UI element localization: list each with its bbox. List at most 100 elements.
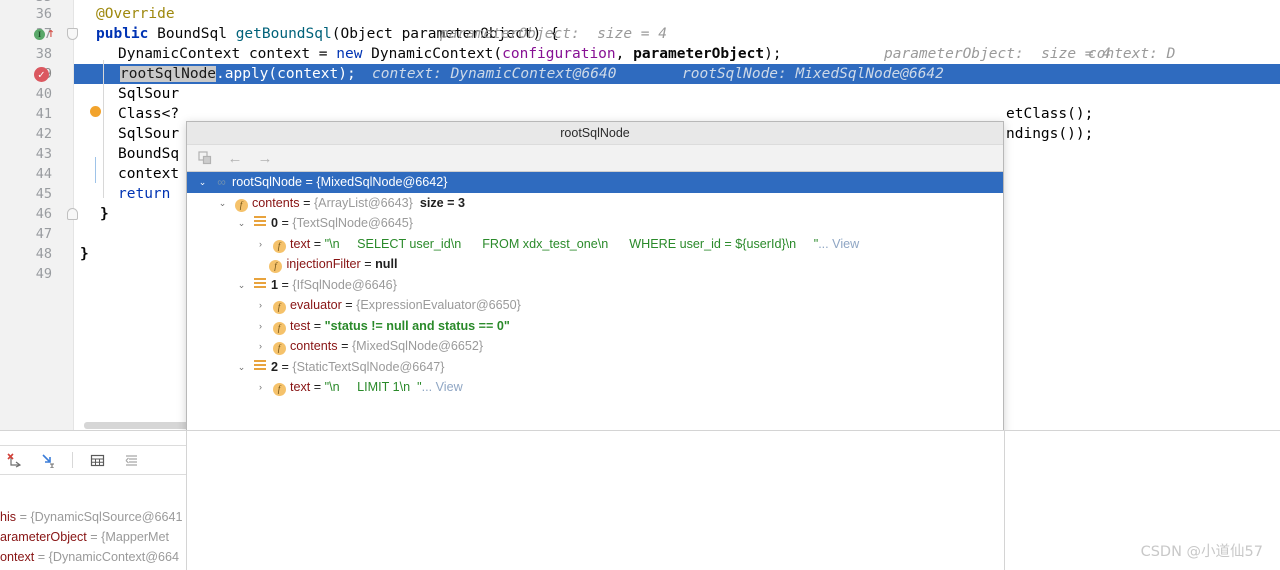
collapse-all-icon[interactable] — [121, 450, 141, 470]
breakpoint-verified-icon[interactable]: ✓ — [34, 67, 49, 82]
string-part-1: SELECT user_id\n — [357, 236, 462, 251]
list-icon — [254, 216, 266, 228]
code-line-39[interactable]: 39 ✓ rootSqlNode.apply(context); context… — [0, 64, 1280, 183]
line-number-48: 48 — [35, 246, 52, 262]
copy-value-icon[interactable] — [195, 148, 215, 168]
tree-node-name: text — [290, 236, 311, 251]
list-icon — [254, 359, 266, 371]
variable-name: ontext — [0, 550, 35, 564]
tree-node-name: 0 — [271, 216, 279, 230]
implementing-arrow-icon[interactable]: ↑ — [47, 27, 55, 40]
forward-arrow-icon[interactable]: → — [255, 148, 275, 168]
line-number-42: 42 — [35, 126, 52, 142]
variable-value: = {DynamicSqlSource@6641 — [16, 510, 183, 524]
tree-node-size: size = 3 — [419, 195, 466, 210]
field-icon: f — [272, 321, 286, 335]
field-icon: f — [272, 239, 286, 253]
chevron-right-icon[interactable]: › — [253, 316, 268, 337]
fold-collapse-icon[interactable] — [67, 208, 78, 220]
fold-region-icon[interactable] — [67, 28, 78, 40]
annotation-override: @Override — [96, 6, 175, 22]
inline-hint-39b: rootSqlNode: MixedSqlNode@6642 — [682, 66, 944, 82]
variable-value: = {MapperMet — [86, 530, 170, 544]
tree-row-index-0[interactable]: ⌄ 0 = {TextSqlNode@6645} — [187, 213, 1003, 234]
tree-node-value: {ArrayList@6643} — [313, 195, 413, 210]
chevron-right-icon[interactable]: › — [253, 295, 268, 316]
chevron-down-icon[interactable]: ⌄ — [195, 172, 210, 193]
debugger-toolbar[interactable] — [0, 445, 186, 475]
code-line-36[interactable]: 36 @Override — [0, 4, 1280, 24]
line-number-44: 44 — [35, 166, 52, 182]
code-line-40[interactable]: 40 SqlSour — [0, 84, 1280, 104]
tree-eq: = — [278, 359, 293, 374]
tree-row-rootsqlnode[interactable]: ⌄ ∞ rootSqlNode = {MixedSqlNode@6642} — [187, 172, 1003, 193]
view-as-table-icon[interactable] — [87, 450, 107, 470]
variable-row-parameterobject[interactable]: arameterObject = {MapperMet — [0, 527, 186, 547]
view-link[interactable]: ... View — [818, 237, 859, 251]
chevron-right-icon[interactable]: › — [253, 377, 268, 398]
chevron-right-icon[interactable]: › — [253, 336, 268, 357]
popup-title: rootSqlNode — [187, 122, 1003, 145]
tree-node-name: injectionFilter — [286, 257, 361, 271]
line-number-49: 49 — [35, 266, 52, 282]
tree-row-index-1[interactable]: ⌄ 1 = {IfSqlNode@6646} — [187, 275, 1003, 296]
popup-toolbar[interactable]: ← → — [187, 145, 1003, 172]
tree-node-name: test — [290, 318, 311, 333]
variable-name: his — [0, 510, 17, 524]
field-icon: f — [272, 301, 286, 315]
tree-node-name: 2 — [271, 359, 279, 374]
tree-eq: = — [310, 380, 325, 394]
chevron-down-icon[interactable]: ⌄ — [234, 275, 249, 296]
inline-hint-37: parameterObject: size = 4 — [440, 26, 667, 42]
back-arrow-icon[interactable]: ← — [225, 148, 245, 168]
tree-row-contents[interactable]: ⌄ f contents = {ArrayList@6643} size = 3 — [187, 193, 1003, 214]
tree-row-text-0[interactable]: › f text = "\n SELECT user_id\n FROM xdx… — [187, 234, 1003, 255]
string-part-0: "\n — [324, 380, 340, 394]
execution-pointer-pin — [90, 66, 160, 223]
tree-eq: = — [341, 298, 357, 312]
chain-icon: ∞ — [217, 175, 226, 189]
debugger-variables-panel[interactable]: his = {DynamicSqlSource@6641 arameterObj… — [0, 430, 1280, 570]
chevron-down-icon[interactable]: ⌄ — [215, 193, 230, 214]
jump-to-source-icon[interactable] — [38, 450, 58, 470]
code-text-41-tail: etClass(); — [1006, 106, 1094, 122]
tree-row-text-2[interactable]: › f text = "\n LIMIT 1\n "... View — [187, 377, 1003, 398]
panel-divider-right — [1004, 430, 1005, 570]
code-line-38[interactable]: 38 DynamicContext context = new DynamicC… — [0, 44, 1280, 64]
string-part-1: LIMIT 1\n — [357, 380, 411, 394]
chevron-down-icon[interactable]: ⌄ — [234, 213, 249, 234]
tree-row-test[interactable]: › f test = "status != null and status ==… — [187, 316, 1003, 337]
variable-row-context[interactable]: ontext = {DynamicContext@664 — [0, 547, 186, 567]
string-part-3: WHERE user_id = ${userId}\n — [629, 236, 797, 251]
chevron-down-icon[interactable]: ⌄ — [234, 357, 249, 378]
tree-eq: = — [278, 216, 293, 230]
line-number-46: 46 — [35, 206, 52, 222]
field-icon: f — [272, 342, 286, 356]
tree-row-index-2[interactable]: ⌄ 2 = {StaticTextSqlNode@6647} — [187, 357, 1003, 378]
tree-node-value: {IfSqlNode@6646} — [292, 277, 397, 292]
override-method-icon[interactable]: I — [34, 29, 45, 40]
tree-node-value: {MixedSqlNode@6652} — [351, 339, 484, 353]
tree-node-name: rootSqlNode — [232, 175, 303, 189]
list-icon — [254, 277, 266, 289]
tree-node-value: {MixedSqlNode@6642} — [316, 175, 448, 189]
tree-row-contents-nested[interactable]: › f contents = {MixedSqlNode@6652} — [187, 336, 1003, 357]
variable-row-this[interactable]: his = {DynamicSqlSource@6641 — [0, 507, 186, 527]
tree-node-null: null — [375, 257, 398, 271]
ide-screenshot: 35 36 @Override 37 I ↑ public BoundSql g… — [0, 0, 1280, 570]
tree-node-name: contents — [290, 339, 338, 353]
code-line-37[interactable]: 37 I ↑ public BoundSql getBoundSql(Objec… — [0, 24, 1280, 44]
watermark: CSDN @小道仙57 — [1140, 544, 1263, 560]
code-39-rest: .apply(context); — [216, 66, 356, 82]
tree-node-name: evaluator — [290, 298, 342, 312]
line-number-38: 38 — [35, 46, 52, 62]
tree-row-injectionfilter[interactable]: f injectionFilter = null — [187, 254, 1003, 275]
string-part-0: "\n — [324, 236, 340, 251]
view-link[interactable]: ... View — [422, 380, 463, 394]
tree-row-evaluator[interactable]: › f evaluator = {ExpressionEvaluator@665… — [187, 295, 1003, 316]
chevron-right-icon[interactable]: › — [253, 234, 268, 255]
variable-name: arameterObject — [0, 530, 87, 544]
tree-node-value: {ExpressionEvaluator@6650} — [356, 298, 521, 312]
line-number-47: 47 — [35, 226, 52, 242]
add-to-watches-icon[interactable] — [4, 450, 24, 470]
